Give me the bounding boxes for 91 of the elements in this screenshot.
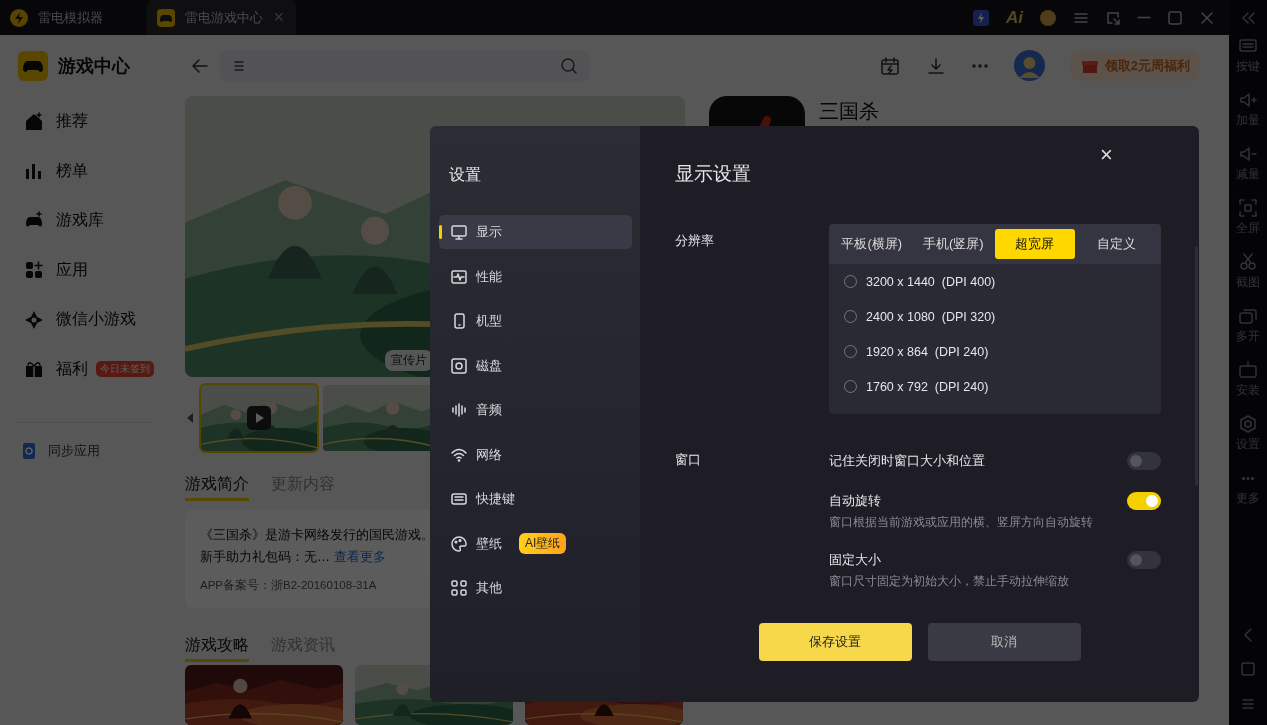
toggle-switch[interactable] — [1127, 492, 1161, 510]
bar-chart-icon — [24, 161, 44, 182]
toggle-label: 记住关闭时窗口大小和位置 — [829, 452, 985, 470]
sidebar-item[interactable]: 推荐 — [0, 97, 170, 147]
screen-rotate-icon — [1105, 9, 1121, 26]
settings-menu-item[interactable]: 显示 — [439, 215, 632, 249]
calendar-icon — [879, 55, 900, 76]
minimize-icon — [1137, 16, 1151, 19]
tab-close-button[interactable]: × — [273, 7, 284, 28]
avatar-icon — [1039, 8, 1057, 27]
gamepad-logo-icon — [18, 51, 48, 81]
video-label: 宣传片 — [385, 350, 433, 371]
sidebar-item[interactable]: 榜单 — [0, 146, 170, 196]
resolution-option[interactable]: 1920 x 864 (DPI 240) — [866, 344, 989, 359]
settings-title: 设置 — [449, 165, 482, 185]
volume-down-icon — [1238, 144, 1258, 164]
ai-badge: AI壁纸 — [519, 533, 567, 554]
settings-icon — [1238, 414, 1258, 434]
apps-icon — [24, 260, 44, 281]
app-title: 游戏中心 — [58, 55, 130, 78]
toggle-hint: 窗口尺寸固定为初始大小，禁止手动拉伸缩放 — [829, 574, 1070, 589]
window-label: 窗口 — [675, 451, 702, 469]
content-tab[interactable]: 游戏攻略 — [185, 635, 249, 662]
audio-wave-icon — [451, 402, 467, 418]
search-field[interactable] — [220, 49, 590, 82]
scissors-icon — [1238, 252, 1258, 272]
settings-menu-item[interactable]: 性能 — [439, 259, 632, 294]
list-icon — [232, 58, 246, 73]
cancel-button[interactable]: 取消 — [927, 623, 1081, 661]
scrollbar[interactable] — [1195, 246, 1198, 486]
resolution-tab[interactable]: 自定义 — [1076, 229, 1156, 259]
bolt-logo-icon — [9, 7, 29, 28]
search-icon — [560, 56, 578, 75]
maximize-icon — [1167, 9, 1183, 26]
settings-menu-item[interactable]: 磁盘 — [439, 348, 632, 383]
resolution-option[interactable]: 2400 x 1080 (DPI 320) — [866, 309, 996, 324]
resolution-tab[interactable]: 平板(横屏) — [832, 229, 912, 259]
resolution-option[interactable]: 3200 x 1440 (DPI 400) — [866, 274, 996, 289]
download-icon — [925, 55, 946, 76]
install-icon — [1238, 360, 1258, 380]
gift-code-text: 新手助力礼包码：无… 查看更多 — [200, 548, 386, 566]
lightning-icon — [972, 8, 990, 27]
game-title: 三国杀 — [819, 99, 879, 124]
close-icon — [1199, 9, 1215, 26]
resolution-tab[interactable]: 手机(竖屏) — [913, 229, 993, 259]
volume-up-icon — [1238, 90, 1258, 110]
play-icon — [247, 406, 271, 430]
more-icon — [971, 63, 988, 68]
toggle-switch[interactable] — [1127, 452, 1161, 470]
description-text: 《三国杀》是游卡网络发行的国民游戏。 — [200, 526, 434, 544]
sidebar-item[interactable]: 微信小游戏 — [0, 295, 170, 345]
avatar-icon — [1013, 50, 1045, 81]
settings-menu-item[interactable]: 其他 — [439, 571, 632, 605]
settings-menu-item[interactable]: 音频 — [439, 393, 632, 427]
pulse-icon — [451, 268, 467, 285]
close-button[interactable]: × — [1030, 136, 1183, 174]
settings-menu-item[interactable]: 机型 — [439, 304, 632, 338]
section-heading: 显示设置 — [675, 162, 752, 186]
wifi-icon — [451, 446, 467, 463]
resolution-tab[interactable]: 超宽屏 — [995, 229, 1075, 259]
sync-apps-item[interactable]: 同步应用 — [0, 441, 170, 461]
resolution-option[interactable]: 1760 x 792 (DPI 240) — [866, 379, 989, 394]
more-link[interactable]: 查看更多 — [333, 549, 386, 564]
phone-sync-icon — [20, 441, 38, 461]
gamepad-logo-icon — [156, 7, 176, 28]
toggle-hint: 窗口根据当前游戏或应用的横、竖屏方向自动旋转 — [829, 515, 1094, 530]
resolution-label: 分辨率 — [675, 232, 715, 250]
windows-icon — [1238, 306, 1258, 326]
toggle-label: 自动旋转 — [829, 492, 881, 510]
chevron-left-icon — [185, 412, 195, 424]
ai-logo[interactable]: Ai — [1006, 7, 1023, 28]
content-tab[interactable]: 游戏简介 — [185, 474, 249, 501]
back-icon — [1241, 627, 1255, 643]
star-icon — [24, 309, 44, 330]
save-button[interactable]: 保存设置 — [758, 623, 912, 661]
toggle-label: 固定大小 — [829, 551, 881, 569]
settings-menu-item[interactable]: 壁纸 AI壁纸 — [439, 526, 632, 561]
monitor-icon — [451, 224, 467, 240]
palette-icon — [451, 535, 467, 552]
settings-menu-item[interactable]: 快捷键 — [439, 482, 632, 516]
phone-icon — [451, 313, 467, 329]
keyboard-icon — [451, 491, 467, 507]
fullscreen-icon — [1238, 198, 1258, 218]
grid-icon — [451, 580, 467, 596]
promo-button[interactable]: 领取2元周福利 — [1070, 50, 1200, 81]
gift-icon — [24, 359, 44, 380]
more-icon — [1242, 476, 1254, 480]
sidebar-item[interactable]: 游戏库 — [0, 196, 170, 246]
toggle-switch[interactable] — [1127, 551, 1161, 569]
settings-menu-item[interactable]: 网络 — [439, 437, 632, 472]
sidebar-item[interactable]: 应用 — [0, 245, 170, 295]
